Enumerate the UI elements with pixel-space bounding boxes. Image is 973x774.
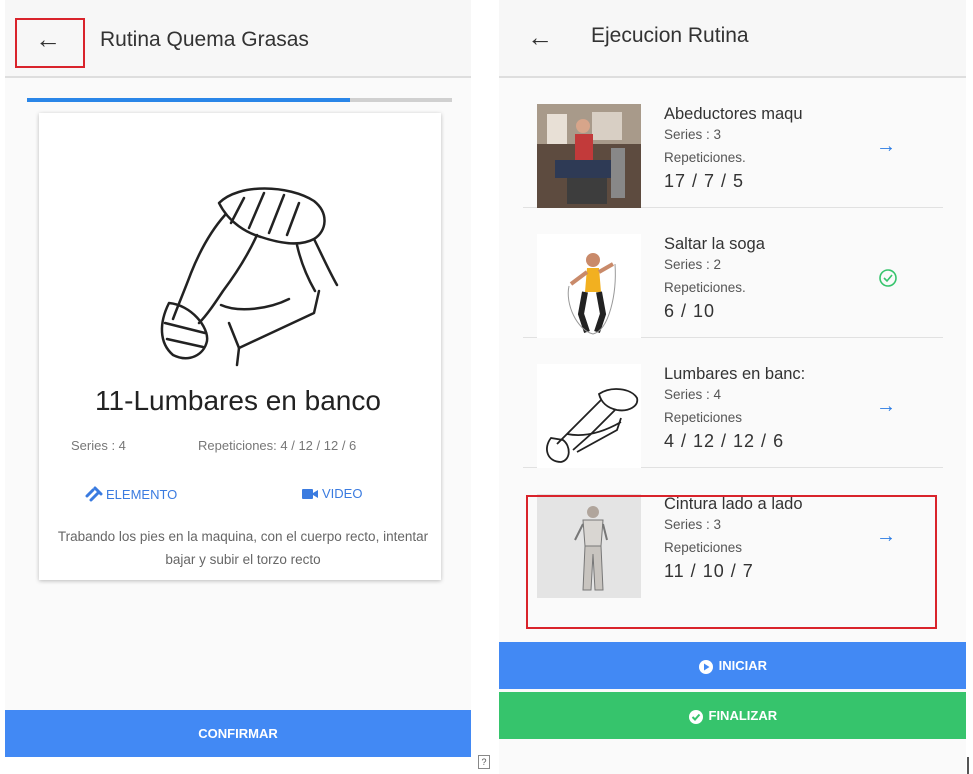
edge-marker [967,757,969,774]
highlight-box [15,18,85,68]
link-icon [85,486,103,502]
arrow-right-icon[interactable]: → [876,395,896,418]
exercise-photo-thumbnail [537,234,641,338]
app-bar: ← Ejecucion Rutina [499,0,966,78]
finish-button[interactable]: FINALIZAR [499,692,966,739]
exercise-series: Series : 3 [664,127,722,142]
element-link-label: ELEMENTO [106,486,178,502]
broken-image-icon: ? [478,755,490,769]
exercise-row[interactable]: Abeductores maqu Series : 3 Repeticiones… [523,80,943,208]
finish-button-label: FINALIZAR [708,708,778,723]
exercise-description: Trabando los pies en la maquina, con el … [57,529,429,567]
exercise-photo-thumbnail [537,104,641,208]
exercise-photo-thumbnail [537,364,641,468]
video-camera-icon [302,488,318,499]
check-circle-icon [688,709,703,724]
progress-bar-fill [27,98,350,102]
exercise-reps-label: Repeticiones. [664,150,746,165]
page-title: Rutina Quema Grasas [100,28,309,51]
exercise-reps-label: Repeticiones [664,410,743,425]
repetitions-label: Repeticiones: 4 / 12 / 12 / 6 [198,438,357,453]
exercise-reps-label: Repeticiones. [664,280,746,295]
highlight-box [526,495,937,629]
exercise-series: Series : 2 [664,257,722,272]
exercise-name: Saltar la soga [664,235,765,253]
exercise-name: Lumbares en banc: [664,365,806,383]
element-link[interactable]: ELEMENTO [85,486,177,502]
start-button[interactable]: INICIAR [499,642,966,689]
video-link[interactable]: VIDEO [301,486,362,501]
exercise-illustration [160,187,339,367]
exercise-reps: 17 / 7 / 5 [664,171,745,191]
exercise-card [39,113,441,580]
exercise-name: Abeductores maqu [664,105,803,123]
exercise-row[interactable]: Saltar la soga Series : 2 Repeticiones. … [523,210,943,338]
bottom-nav-strip [5,757,471,774]
play-circle-icon [698,659,713,674]
progress-bar [27,98,452,102]
back-arrow-icon[interactable]: ← [527,24,553,50]
exercise-title: 11-Lumbares en banco [95,385,381,416]
routine-detail-screen: ← Rutina Quema Grasas 11-Lumbares en ban [5,0,471,774]
page-title: Ejecucion Rutina [591,24,749,47]
series-label: Series : 4 [71,438,126,453]
video-link-label: VIDEO [322,486,363,501]
exercise-reps: 6 / 10 [664,301,716,321]
exercise-row[interactable]: Lumbares en banc: Series : 4 Repeticione… [523,340,943,468]
confirm-button[interactable]: CONFIRMAR [5,710,471,757]
arrow-right-icon[interactable]: → [876,135,896,158]
exercise-reps: 4 / 12 / 12 / 6 [664,431,785,451]
start-button-label: INICIAR [718,658,767,673]
routine-execution-screen: ← Ejecucion Rutina Abeductores maqu Seri… [499,0,966,774]
check-circle-icon [879,269,897,287]
exercise-series: Series : 4 [664,387,722,402]
